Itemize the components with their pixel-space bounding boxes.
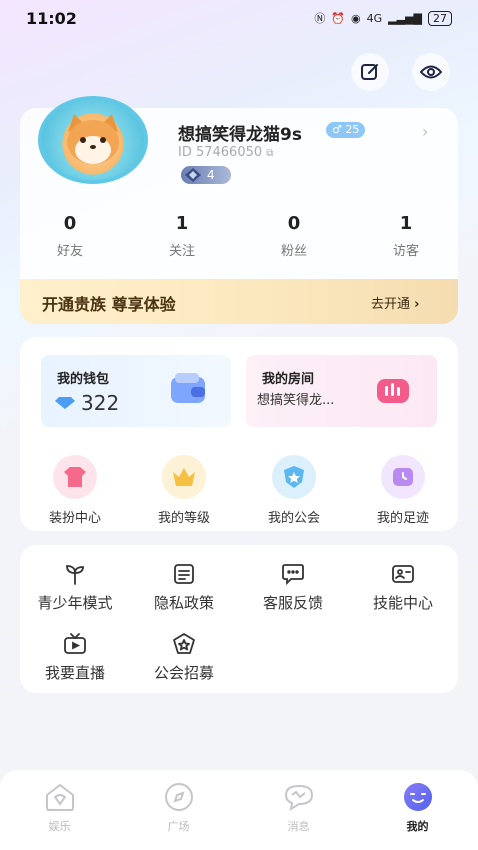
stat-number: 1	[175, 213, 189, 234]
message-icon	[239, 782, 358, 812]
room-title: 我的房间	[262, 372, 315, 387]
wifi-icon: ◉	[351, 11, 361, 25]
diamond-icon	[55, 397, 75, 409]
room-tile[interactable]: 我的房间 想搞笑得龙...	[246, 355, 437, 427]
service-feedback[interactable]: 客服反馈	[238, 562, 348, 613]
grid-item-level[interactable]: 我的等级	[134, 455, 234, 526]
grid-item-dressup[interactable]: 装扮中心	[25, 455, 125, 526]
service-privacy-policy[interactable]: 隐私政策	[129, 562, 239, 613]
wallet-balance: 322	[81, 391, 120, 415]
nfc-icon: Ⓝ	[314, 12, 326, 25]
tab-plaza[interactable]: 广场	[119, 782, 238, 834]
compass-icon	[119, 782, 238, 812]
wallet-icon	[171, 373, 205, 403]
service-label: 技能中心	[372, 594, 433, 612]
tab-label: 广场	[167, 820, 190, 833]
battery-indicator: 27	[428, 10, 452, 26]
wallet-balance-row: 322	[55, 391, 119, 415]
home-icon	[0, 782, 119, 812]
tab-mine[interactable]: 我的	[358, 782, 477, 834]
network-label: 4G	[366, 11, 383, 25]
tab-label: 娱乐	[48, 820, 71, 833]
avatar[interactable]	[38, 96, 156, 188]
wallet-tile[interactable]: 我的钱包 322	[41, 355, 231, 427]
service-label: 隐私政策	[153, 594, 214, 612]
service-label: 公会招募	[153, 664, 214, 682]
nickname: 想搞笑得龙猫9s	[178, 125, 302, 145]
user-id-text: ID 57466050	[178, 145, 263, 160]
id-card-icon	[348, 562, 458, 586]
stat-friends[interactable]: 0 好友	[20, 213, 120, 259]
crown-icon	[162, 455, 206, 499]
room-icon	[377, 379, 409, 403]
star-shield-icon	[272, 455, 316, 499]
edit-profile-button[interactable]	[351, 53, 389, 91]
stat-number: 1	[399, 213, 413, 234]
vip-title: 开通贵族 尊享体验	[42, 295, 176, 314]
grid-label: 我的足迹	[376, 511, 429, 526]
service-skill-center[interactable]: 技能中心	[348, 562, 458, 613]
visibility-button[interactable]	[412, 53, 450, 91]
stat-label: 关注	[168, 244, 195, 259]
service-teen-mode[interactable]: 青少年模式	[20, 562, 130, 613]
service-guild-recruit[interactable]: 公会招募	[129, 632, 239, 683]
badge-icon	[129, 632, 239, 656]
service-label: 青少年模式	[37, 594, 113, 612]
tab-messages[interactable]: 消息	[239, 782, 358, 834]
level-icon	[185, 168, 201, 182]
service-label: 我要直播	[44, 664, 105, 682]
stat-fans[interactable]: 0 粉丝	[244, 213, 344, 259]
grid-label: 我的等级	[157, 511, 210, 526]
chat-icon	[238, 562, 348, 586]
tab-label: 我的	[406, 820, 429, 833]
level-badge: 4	[181, 166, 231, 184]
clock-icon	[381, 455, 425, 499]
shirt-icon	[53, 455, 97, 499]
user-id[interactable]: ID 57466050 ⧉	[178, 145, 273, 160]
gender-age-badge: ♂ 25	[326, 122, 366, 138]
status-icons: Ⓝ ⏰ ◉ 4G ▂▃▅▇ 27	[314, 10, 452, 26]
chevron-right-icon[interactable]: ›	[422, 122, 428, 141]
grid-label: 装扮中心	[48, 511, 101, 526]
wallet-title: 我的钱包	[57, 372, 110, 387]
stat-label: 访客	[392, 244, 419, 259]
copy-icon[interactable]: ⧉	[266, 148, 273, 159]
service-go-live[interactable]: 我要直播	[20, 632, 130, 683]
face-icon	[358, 782, 477, 812]
chevron-right-icon: ›	[414, 297, 420, 312]
vip-open-button[interactable]: 去开通 ›	[371, 293, 420, 312]
stat-following[interactable]: 1 关注	[132, 213, 232, 259]
status-time: 11:02	[26, 9, 77, 28]
shiba-avatar-icon	[67, 114, 119, 164]
grid-item-guild[interactable]: 我的公会	[244, 455, 344, 526]
signal-icon: ▂▃▅▇	[388, 11, 422, 25]
stat-number: 0	[63, 213, 77, 234]
eye-icon	[420, 65, 442, 79]
level-number: 4	[207, 168, 215, 182]
grid-label: 我的公会	[267, 511, 320, 526]
stat-label: 粉丝	[280, 244, 307, 259]
service-label: 客服反馈	[262, 594, 323, 612]
tab-entertainment[interactable]: 娱乐	[0, 782, 119, 834]
document-icon	[129, 562, 239, 586]
tab-label: 消息	[287, 820, 310, 833]
room-subtitle: 想搞笑得龙...	[257, 393, 335, 408]
stat-label: 好友	[56, 244, 83, 259]
vip-action-label: 去开通	[371, 297, 411, 312]
stat-number: 0	[287, 213, 301, 234]
edit-icon	[361, 64, 378, 80]
sprout-icon	[20, 562, 130, 586]
tv-icon	[20, 632, 130, 656]
grid-item-footprint[interactable]: 我的足迹	[353, 455, 453, 526]
stat-visitors[interactable]: 1 访客	[356, 213, 456, 259]
alarm-icon: ⏰	[331, 11, 346, 25]
